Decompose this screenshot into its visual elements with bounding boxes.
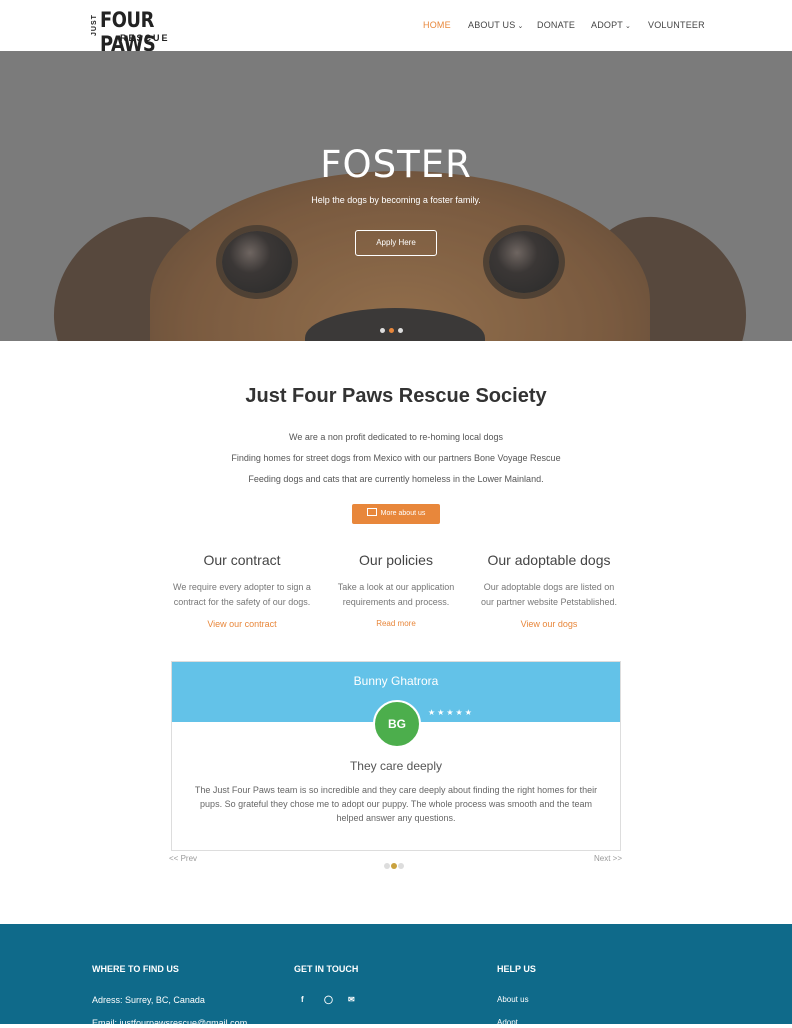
testimonial-card: Bunny Ghatrora BG ★★★★★ They care deeply…: [171, 661, 621, 851]
logo-just: JUST: [91, 14, 98, 36]
column-text-line: contract for the safety of our dogs.: [173, 597, 311, 607]
society-line: Feeding dogs and cats that are currently…: [248, 474, 544, 484]
nav-home[interactable]: HOME: [423, 20, 451, 30]
hero-title: FOSTER: [320, 143, 472, 186]
slide-dot-active[interactable]: [389, 328, 394, 333]
column-text-line: Our adoptable dogs are listed on: [483, 582, 615, 592]
testimonial-author-name: Bunny Ghatrora: [353, 674, 439, 688]
society-title: Just Four Paws Rescue Society: [245, 385, 547, 407]
footer-link-about[interactable]: About us: [497, 995, 529, 1004]
testimonial-prev-link[interactable]: << Prev: [169, 854, 197, 863]
footer-email[interactable]: Email: justfourpawsrescue@gmail.com: [92, 1018, 247, 1028]
testimonial-dots: [384, 856, 405, 874]
column-text-line: our partner website Petstablished.: [480, 597, 618, 607]
nav-donate[interactable]: DONATE: [537, 20, 575, 30]
footer-find-title: WHERE TO FIND US: [92, 964, 179, 974]
apply-here-button[interactable]: Apply Here: [355, 230, 437, 256]
nav-adopt-label: ADOPT: [591, 20, 624, 30]
nav-adopt[interactable]: ADOPT ⌄: [591, 20, 631, 30]
column-text-line: requirements and process.: [342, 597, 450, 607]
instagram-icon[interactable]: ◯: [324, 995, 333, 1004]
column-text: We require every adopter to sign a contra…: [162, 580, 322, 610]
site-logo[interactable]: JUST FOUR PAWS RESCUE: [91, 8, 186, 56]
column-text-line: Take a look at our application: [337, 582, 455, 592]
view-contract-link[interactable]: View our contract: [162, 619, 322, 629]
column-text: Our adoptable dogs are listed on our part…: [469, 580, 629, 610]
email-icon[interactable]: ✉: [348, 995, 355, 1004]
testimonial-dot[interactable]: [398, 863, 404, 869]
column-text: Take a look at our application requiremen…: [316, 580, 476, 610]
footer-link-adopt[interactable]: Adopt: [497, 1018, 518, 1027]
facebook-icon[interactable]: f: [301, 995, 304, 1004]
policies-column: Our policies Take a look at our applicat…: [316, 552, 476, 628]
chevron-down-icon: ⌄: [625, 23, 632, 30]
testimonial-body: The Just Four Paws team is so incredible…: [194, 785, 598, 823]
chevron-down-icon: ⌄: [517, 23, 524, 30]
site-header: JUST FOUR PAWS RESCUE HOME ABOUT US ⌄ DON…: [0, 0, 792, 56]
nav-about-us-label: ABOUT US: [468, 20, 516, 30]
nav-about-us[interactable]: ABOUT US ⌄: [468, 20, 524, 30]
avatar: BG: [373, 700, 421, 748]
hero-slide-dots: [380, 320, 407, 338]
logo-four-paws: FOUR PAWS: [100, 8, 156, 56]
logo-rescue: RESCUE: [120, 33, 170, 43]
read-more-link[interactable]: Read more: [316, 619, 476, 628]
view-dogs-link[interactable]: View our dogs: [469, 619, 629, 629]
testimonial-dot[interactable]: [384, 863, 390, 869]
column-title: Our policies: [359, 552, 433, 568]
society-line: We are a non profit dedicated to re-homi…: [289, 432, 503, 442]
site-footer: WHERE TO FIND US Adress: Surrey, BC, Can…: [0, 924, 792, 1028]
testimonial-title: They care deeply: [349, 759, 443, 773]
more-about-us-button[interactable]: More about us: [352, 504, 440, 524]
nav-volunteer[interactable]: VOLUNTEER: [648, 20, 705, 30]
book-icon: [366, 508, 377, 516]
slide-dot[interactable]: [380, 328, 385, 333]
column-title: Our adoptable dogs: [487, 552, 611, 568]
star-rating-icon: ★★★★★: [428, 708, 474, 717]
adoptable-dogs-column: Our adoptable dogs Our adoptable dogs ar…: [469, 552, 629, 629]
society-line: Finding homes for street dogs from Mexic…: [231, 453, 561, 463]
footer-address: Adress: Surrey, BC, Canada: [92, 995, 205, 1005]
contract-column: Our contract We require every adopter to…: [162, 552, 322, 629]
hero-slider: FOSTER Help the dogs by becoming a foste…: [0, 51, 792, 341]
more-about-us-label: More about us: [380, 510, 426, 517]
hero-subtitle: Help the dogs by becoming a foster famil…: [311, 195, 481, 205]
column-title: Our contract: [203, 552, 281, 568]
column-text-line: We require every adopter to sign a: [173, 582, 311, 592]
slide-dot[interactable]: [398, 328, 403, 333]
testimonial-dot-active[interactable]: [391, 863, 397, 869]
testimonial-next-link[interactable]: Next >>: [594, 854, 622, 863]
footer-help-title: HELP US: [497, 964, 536, 974]
footer-touch-title: GET IN TOUCH: [294, 964, 359, 974]
